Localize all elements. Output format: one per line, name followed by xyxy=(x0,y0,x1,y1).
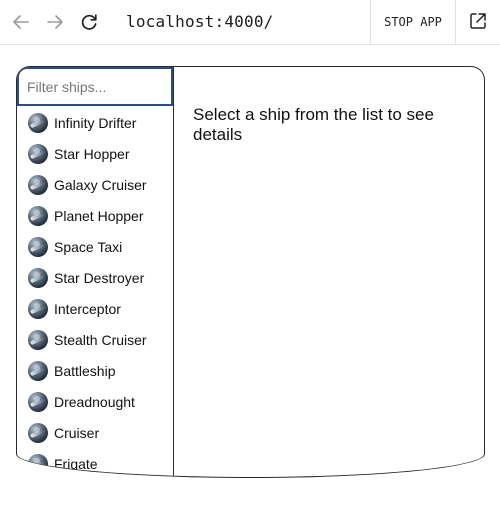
ship-list-item[interactable]: Star Hopper xyxy=(17,138,173,169)
ship-name: Space Taxi xyxy=(54,238,123,255)
ship-list-item[interactable]: Star Destroyer xyxy=(17,262,173,293)
browser-toolbar: localhost:4000/ STOP APP xyxy=(0,0,500,45)
ship-thumbnail xyxy=(28,453,48,474)
ship-list-item[interactable]: Dreadnought xyxy=(17,386,173,417)
ship-thumbnail xyxy=(28,143,48,164)
ship-thumbnail xyxy=(28,298,48,319)
filter-ships-input[interactable] xyxy=(17,67,173,106)
address-bar[interactable]: localhost:4000/ xyxy=(126,10,274,34)
back-button[interactable] xyxy=(8,9,34,35)
ship-list-item[interactable]: Galaxy Cruiser xyxy=(17,169,173,200)
ship-name: Battleship xyxy=(54,362,116,379)
ship-thumbnail xyxy=(28,236,48,257)
ship-thumbnail xyxy=(28,329,48,350)
arrow-left-icon xyxy=(11,12,31,32)
ship-details-placeholder: Select a ship from the list to see detai… xyxy=(193,105,434,144)
ship-list-item[interactable]: Infinity Drifter xyxy=(17,107,173,138)
ship-name: Planet Hopper xyxy=(54,207,144,224)
ship-list-item[interactable]: Space Taxi xyxy=(17,231,173,262)
ship-name: Star Destroyer xyxy=(54,269,145,286)
reload-icon xyxy=(79,12,99,32)
ship-name: Stealth Cruiser xyxy=(54,331,147,348)
ship-list-item[interactable]: Battleship xyxy=(17,355,173,386)
ship-thumbnail xyxy=(28,360,48,381)
open-external-button[interactable] xyxy=(456,0,500,44)
ship-thumbnail xyxy=(28,112,48,133)
ship-name: Cruiser xyxy=(54,424,100,441)
ship-list-item[interactable]: Cruiser xyxy=(17,417,173,448)
ship-name: Star Hopper xyxy=(54,145,130,162)
ship-sidebar: Infinity Drifter Star Hopper Galaxy Crui… xyxy=(17,67,174,477)
ship-name: Frigate xyxy=(54,455,98,472)
ship-list-item[interactable]: Stealth Cruiser xyxy=(17,324,173,355)
ship-list-item[interactable]: Frigate xyxy=(17,448,173,477)
ship-thumbnail xyxy=(28,174,48,195)
forward-button[interactable] xyxy=(42,9,68,35)
external-link-icon xyxy=(468,11,488,34)
ship-name: Infinity Drifter xyxy=(54,114,137,131)
app-frame: Infinity Drifter Star Hopper Galaxy Crui… xyxy=(16,66,485,478)
ship-name: Dreadnought xyxy=(54,393,135,410)
ship-thumbnail xyxy=(28,267,48,288)
arrow-right-icon xyxy=(45,12,65,32)
ship-list-item[interactable]: Interceptor xyxy=(17,293,173,324)
ship-name: Interceptor xyxy=(54,300,121,317)
ship-name: Galaxy Cruiser xyxy=(54,176,147,193)
ship-thumbnail xyxy=(28,205,48,226)
ship-thumbnail xyxy=(28,422,48,443)
ship-list-item[interactable]: Planet Hopper xyxy=(17,200,173,231)
ship-thumbnail xyxy=(28,391,48,412)
stop-app-button[interactable]: STOP APP xyxy=(371,0,455,44)
ship-list: Infinity Drifter Star Hopper Galaxy Crui… xyxy=(17,107,173,477)
reload-button[interactable] xyxy=(76,9,102,35)
